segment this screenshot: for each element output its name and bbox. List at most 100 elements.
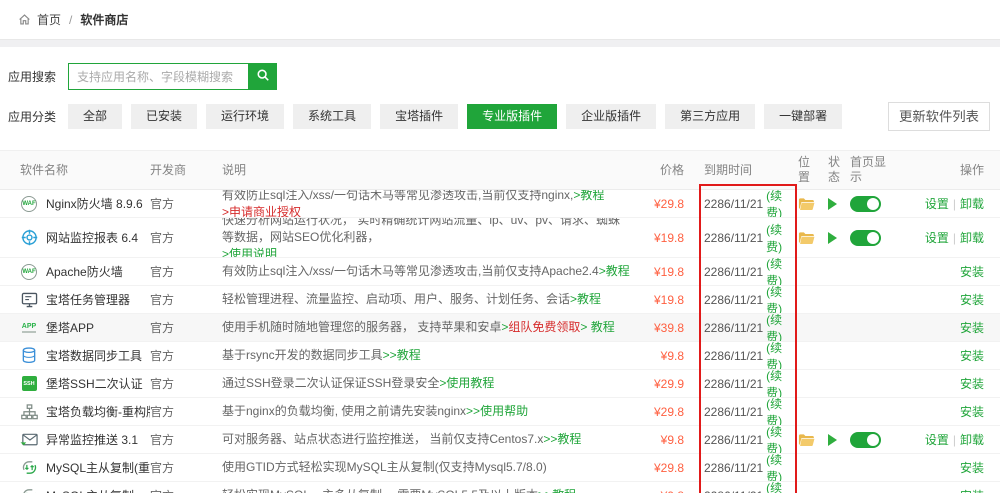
play-status-icon[interactable] — [828, 232, 837, 244]
renew-link[interactable]: (续费) — [766, 190, 798, 217]
app-description: 通过SSH登录二次认证保证SSH登录安全 >使用教程 — [222, 370, 640, 397]
page-title: 软件商店 — [80, 11, 128, 28]
price: ¥9.8 — [640, 426, 704, 453]
category-button-0[interactable]: 全部 — [68, 104, 122, 129]
search-button[interactable] — [248, 63, 277, 90]
play-status-icon[interactable] — [828, 198, 837, 210]
expiry-date: 2286/11/21 — [704, 489, 763, 493]
desc-red-link[interactable]: 组队免费领取 — [508, 319, 580, 336]
uninstall-link[interactable]: 卸载 — [960, 431, 984, 448]
renew-link[interactable]: (续费) — [766, 398, 798, 425]
search-input[interactable] — [68, 63, 248, 90]
renew-link[interactable]: (续费) — [766, 221, 798, 255]
waf-shield-icon: WAF — [20, 263, 38, 281]
header-status: 状态 — [828, 151, 850, 189]
table-row: 宝塔数据同步工具 官方 基于rsync开发的数据同步工具 >>教程 ¥9.8 2… — [0, 342, 1000, 370]
action-separator: | — [953, 231, 956, 245]
install-link[interactable]: 安装 — [960, 347, 984, 364]
search-icon — [256, 68, 270, 85]
settings-link[interactable]: 设置 — [925, 229, 949, 246]
desc-tutorial-link[interactable]: >>教程 — [543, 431, 581, 448]
home-icon[interactable] — [18, 13, 31, 26]
desc-red-link[interactable]: >申请商业授权 — [222, 204, 301, 218]
expiry-cell: 2286/11/21 (续费) — [704, 190, 798, 217]
folder-icon[interactable] — [798, 231, 815, 245]
renew-link[interactable]: (续费) — [766, 314, 798, 341]
desc-text: 基于rsync开发的数据同步工具 — [222, 347, 383, 364]
home-show-toggle[interactable] — [850, 196, 881, 212]
category-button-5-active[interactable]: 专业版插件 — [467, 104, 557, 129]
app-name: 宝塔任务管理器 — [46, 291, 130, 308]
install-link[interactable]: 安装 — [960, 263, 984, 280]
install-link[interactable]: 安装 — [960, 459, 984, 476]
desc-tutorial-link[interactable]: >使用说明 — [222, 246, 277, 257]
folder-icon[interactable] — [798, 433, 815, 447]
database-sync-icon — [20, 347, 38, 365]
expiry-cell: 2286/11/21 (续费) — [704, 398, 798, 425]
desc-text: 通过SSH登录二次认证保证SSH登录安全 — [222, 375, 439, 392]
category-button-1[interactable]: 已安装 — [131, 104, 197, 129]
desc-tutorial-link[interactable]: >>教程 — [383, 347, 421, 364]
category-button-3[interactable]: 系统工具 — [293, 104, 371, 129]
desc-tutorial-link[interactable]: >教程 — [573, 190, 604, 204]
renew-link[interactable]: (续费) — [766, 258, 798, 285]
desc-tutorial-link[interactable]: > — [501, 319, 508, 336]
price: ¥9.8 — [640, 342, 704, 369]
desc-tutorial-link[interactable]: >>教程 — [538, 487, 576, 493]
action-cell: 设置|卸载 — [896, 190, 1000, 217]
home-show-toggle[interactable] — [850, 432, 881, 448]
header-dev: 开发商 — [150, 151, 222, 189]
desc-tutorial-link[interactable]: >使用教程 — [439, 375, 494, 392]
desc-tutorial-link[interactable]: >教程 — [570, 291, 601, 308]
desc-tutorial-link[interactable]: > 教程 — [580, 319, 614, 336]
category-button-8[interactable]: 一键部署 — [764, 104, 842, 129]
category-button-2[interactable]: 运行环境 — [206, 104, 284, 129]
table-body: WAF Nginx防火墙 8.9.6 官方 有效防止sql注入/xss/一句话木… — [0, 190, 1000, 493]
renew-link[interactable]: (续费) — [766, 426, 798, 453]
play-status-icon[interactable] — [828, 434, 837, 446]
header-action: 操作 — [896, 151, 1000, 189]
category-button-7[interactable]: 第三方应用 — [665, 104, 755, 129]
renew-link[interactable]: (续费) — [766, 286, 798, 313]
price: ¥29.9 — [640, 370, 704, 397]
desc-tutorial-link[interactable]: >教程 — [599, 263, 630, 280]
app-name: MySQL主从复制 — [46, 487, 134, 493]
renew-link[interactable]: (续费) — [766, 370, 798, 397]
mysql-replication-icon — [20, 459, 38, 477]
install-link[interactable]: 安装 — [960, 403, 984, 420]
settings-link[interactable]: 设置 — [925, 431, 949, 448]
renew-link[interactable]: (续费) — [766, 454, 798, 481]
search-label: 应用搜索 — [8, 68, 68, 85]
app-description: 快速分析网站运行状况， 实时精确统计网站流量、ip、uv、pv、请求、蜘蛛等数据… — [222, 218, 640, 257]
install-link[interactable]: 安装 — [960, 375, 984, 392]
uninstall-link[interactable]: 卸载 — [960, 195, 984, 212]
expiry-date: 2286/11/21 — [704, 349, 763, 363]
category-button-6[interactable]: 企业版插件 — [566, 104, 656, 129]
table-row: 宝塔任务管理器 官方 轻松管理进程、流量监控、启动项、用户、服务、计划任务、会话… — [0, 286, 1000, 314]
folder-icon[interactable] — [798, 197, 815, 211]
install-link[interactable]: 安装 — [960, 487, 984, 493]
expiry-cell: 2286/11/21 (续费) — [704, 370, 798, 397]
update-software-list-button[interactable]: 更新软件列表 — [888, 102, 990, 131]
table-row: WAF Nginx防火墙 8.9.6 官方 有效防止sql注入/xss/一句话木… — [0, 190, 1000, 218]
home-show-toggle[interactable] — [850, 230, 881, 246]
category-button-4[interactable]: 宝塔插件 — [380, 104, 458, 129]
desc-tutorial-link[interactable]: >>使用帮助 — [466, 403, 528, 420]
settings-link[interactable]: 设置 — [925, 195, 949, 212]
install-link[interactable]: 安装 — [960, 291, 984, 308]
install-link[interactable]: 安装 — [960, 319, 984, 336]
renew-link[interactable]: (续费) — [766, 342, 798, 369]
breadcrumb-home[interactable]: 首页 — [37, 11, 61, 28]
header-name: 软件名称 — [0, 151, 150, 189]
app-name: 宝塔数据同步工具 — [46, 347, 142, 364]
push-notify-icon — [20, 431, 38, 449]
price: ¥19.8 — [640, 286, 704, 313]
task-manager-icon — [20, 291, 38, 309]
uninstall-link[interactable]: 卸载 — [960, 229, 984, 246]
expiry-date: 2286/11/21 — [704, 293, 763, 307]
app-name: 异常监控推送 3.1 — [46, 431, 138, 448]
header-desc: 说明 — [222, 151, 640, 189]
app-name: 堡塔SSH二次认证 — [46, 375, 143, 392]
developer: 官方 — [150, 342, 222, 369]
renew-link[interactable]: (续费) — [766, 482, 798, 493]
